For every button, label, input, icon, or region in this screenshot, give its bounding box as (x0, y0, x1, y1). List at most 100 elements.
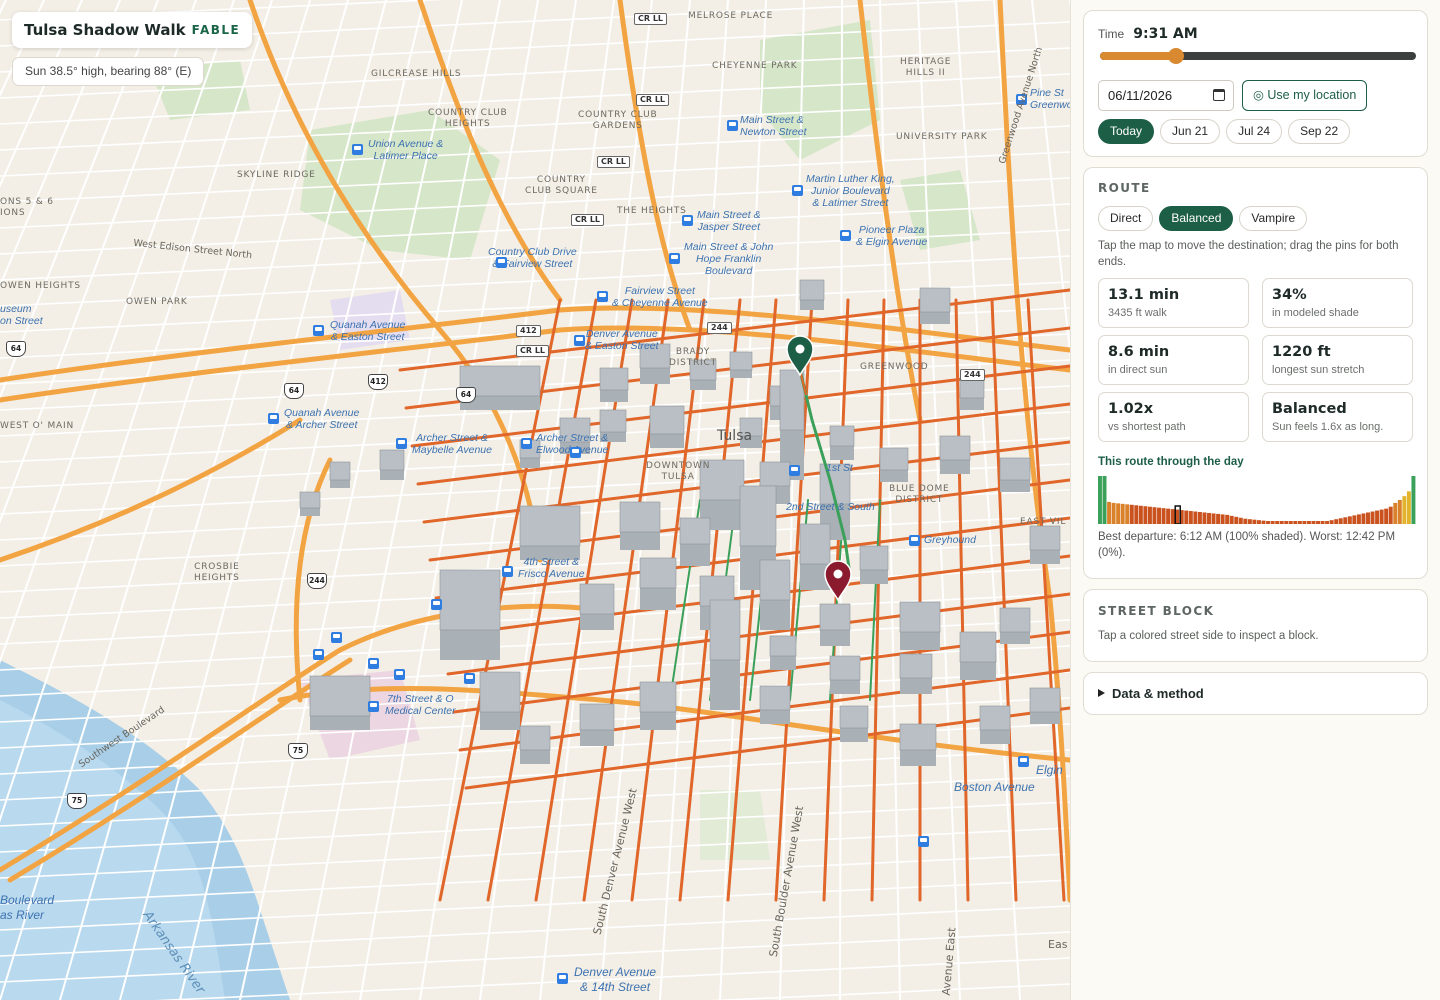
transit-stop-label[interactable]: Greyhound (924, 534, 976, 546)
building-wall (640, 588, 676, 610)
use-location-button[interactable]: ◎ Use my location (1242, 80, 1368, 111)
transit-stop-label[interactable]: Boulevard as River (0, 893, 54, 923)
bus-stop-icon[interactable] (368, 701, 379, 712)
bus-stop-icon[interactable] (682, 215, 693, 226)
mode-balanced[interactable]: Balanced (1159, 206, 1234, 231)
day-chart-bar (1288, 521, 1293, 524)
building-wall (960, 398, 984, 410)
transit-stop-label[interactable]: Elgin (1036, 764, 1063, 776)
transit-stop-label[interactable]: Quanah Avenue & Easton Street (330, 319, 405, 343)
bus-stop-icon[interactable] (789, 465, 800, 476)
building-wall (900, 678, 932, 694)
building-roof (1029, 525, 1061, 551)
building-roof (639, 557, 677, 589)
transit-stop-label[interactable]: Union Avenue & Latimer Place (368, 138, 443, 162)
building-wall (920, 312, 950, 324)
mode-direct[interactable]: Direct (1098, 206, 1154, 231)
area-label: COUNTRY CLUB GARDENS (578, 110, 658, 131)
transit-stop-label[interactable]: Pioneer Plaza & Elgin Avenue (856, 224, 927, 248)
building-roof (819, 603, 851, 631)
disclosure-triangle-icon[interactable] (1098, 689, 1105, 697)
bus-stop-icon[interactable] (496, 257, 507, 268)
building-wall (650, 434, 684, 448)
day-chart-bar (1197, 512, 1202, 524)
bus-stop-icon[interactable] (574, 335, 585, 346)
bus-stop-icon[interactable] (313, 325, 324, 336)
mode-vampire[interactable]: Vampire (1239, 206, 1308, 231)
transit-stop-label[interactable]: Main Street & Newton Street (740, 114, 807, 138)
preset-today[interactable]: Today (1098, 119, 1155, 144)
transit-stop-label[interactable]: 2nd Street & South (786, 501, 875, 513)
day-chart-bar (1261, 520, 1266, 524)
transit-stop-label[interactable]: Denver Avenue & 14th Street (574, 965, 656, 995)
building-roof (619, 501, 661, 533)
transit-stop-label[interactable]: Main Street & John Hope Franklin Bouleva… (684, 241, 773, 277)
bus-stop-icon[interactable] (669, 253, 680, 264)
transit-stop-label[interactable]: 7th Street & O Medical Center (385, 693, 456, 717)
transit-stop-label[interactable]: Boston Avenue (954, 781, 1035, 793)
day-chart-bar (1402, 496, 1407, 524)
bus-stop-icon[interactable] (570, 447, 581, 458)
bus-stop-icon[interactable] (352, 144, 363, 155)
street-block-hint: Tap a colored street side to inspect a b… (1098, 630, 1319, 642)
transit-stop-label[interactable]: Archer Street & Maybelle Avenue (412, 432, 492, 456)
bus-stop-icon[interactable] (1018, 756, 1029, 767)
building-roof (879, 447, 909, 471)
transit-stop-label[interactable]: Denver Avenue & Easton Street (585, 328, 659, 352)
bus-stop-icon[interactable] (464, 673, 475, 684)
end-pin[interactable] (824, 560, 852, 602)
bus-stop-icon[interactable] (368, 658, 379, 669)
bus-stop-icon[interactable] (909, 535, 920, 546)
building-roof (639, 681, 677, 713)
transit-stop-label[interactable]: Main Street & Jasper Street (697, 209, 761, 233)
day-shade-chart[interactable] (1098, 476, 1416, 524)
data-method-toggle[interactable]: Data & method (1083, 672, 1428, 715)
transit-stop-label[interactable]: Martin Luther King, Junior Boulevard & L… (806, 173, 895, 209)
building-wall (860, 570, 888, 584)
transit-stop-label[interactable]: Quanah Avenue & Archer Street (284, 407, 359, 431)
bus-stop-icon[interactable] (597, 291, 608, 302)
bus-stop-icon[interactable] (268, 413, 279, 424)
map-canvas[interactable]: MELROSE PLACE CHEYENNE PARK GILCREASE HI… (0, 0, 1070, 1000)
bus-stop-icon[interactable] (727, 120, 738, 131)
area-label: WEST O' MAIN (0, 421, 74, 431)
stat-value: 13.1 min (1108, 287, 1180, 303)
transit-stop-label[interactable]: Fairview Street & Cheyenne Avenue (612, 285, 708, 309)
bus-stop-icon[interactable] (502, 566, 513, 577)
transit-stop-label[interactable]: Pine St Greenwo (1030, 87, 1070, 111)
bus-stop-icon[interactable] (557, 973, 568, 984)
date-input[interactable]: 06/11/2026 (1098, 80, 1234, 111)
street-label: Eas (1048, 938, 1068, 951)
area-label: GREENWOOD (860, 362, 929, 372)
bus-stop-icon[interactable] (331, 632, 342, 643)
building-roof (999, 607, 1031, 633)
bus-stop-icon[interactable] (394, 669, 405, 680)
transit-stop-label[interactable]: 1st St (826, 462, 853, 474)
day-chart-bar (1225, 514, 1230, 524)
building-wall (600, 390, 628, 402)
day-chart-bar (1234, 516, 1239, 524)
preset-jun21[interactable]: Jun 21 (1160, 119, 1221, 144)
bus-stop-icon[interactable] (918, 836, 929, 847)
preset-sep22[interactable]: Sep 22 (1288, 119, 1351, 144)
time-slider-thumb[interactable] (1167, 48, 1184, 64)
transit-stop-label[interactable]: useum on Street (0, 303, 43, 327)
bus-stop-icon[interactable] (431, 599, 442, 610)
stat-mode: Balanced Sun feels 1.6x as long. (1262, 392, 1413, 442)
bus-stop-icon[interactable] (521, 438, 532, 449)
time-slider[interactable] (1100, 48, 1416, 64)
bus-stop-icon[interactable] (792, 185, 803, 196)
day-chart-bar (1129, 504, 1134, 524)
data-method-label[interactable]: Data & method (1112, 686, 1204, 701)
preset-jul24[interactable]: Jul 24 (1226, 119, 1283, 144)
building-wall (1030, 550, 1060, 564)
day-chart-bar (1120, 503, 1125, 524)
calendar-icon[interactable] (1213, 89, 1225, 101)
building-wall (760, 710, 790, 724)
bus-stop-icon[interactable] (313, 649, 324, 660)
building-roof (309, 675, 371, 717)
bus-stop-icon[interactable] (396, 438, 407, 449)
transit-stop-label[interactable]: 4th Street & Frisco Avenue (518, 556, 585, 580)
building-roof (379, 449, 405, 471)
bus-stop-icon[interactable] (840, 230, 851, 241)
